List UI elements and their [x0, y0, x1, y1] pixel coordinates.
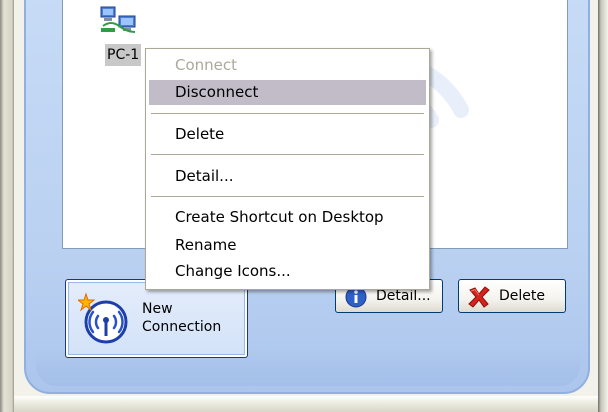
- new-connection-button[interactable]: New Connection: [65, 279, 248, 358]
- wireless-antenna-icon: [78, 292, 128, 344]
- new-connection-label: New Connection: [142, 300, 221, 336]
- menu-separator: [151, 196, 424, 197]
- delete-button[interactable]: Delete: [458, 279, 566, 313]
- window-frame-left: [0, 0, 14, 412]
- menu-separator: [151, 154, 424, 155]
- delete-button-label: Delete: [499, 288, 545, 304]
- dialog-window: PC-1 New Connection Detail... Delete Con…: [0, 0, 608, 412]
- menu-item-delete[interactable]: Delete: [149, 122, 426, 147]
- network-computers-icon: [100, 6, 136, 33]
- menu-item-change-icons[interactable]: Change Icons...: [149, 259, 426, 284]
- connection-item-label: PC-1: [105, 44, 142, 66]
- new-connection-label-line2: Connection: [142, 319, 222, 335]
- menu-item-create-shortcut[interactable]: Create Shortcut on Desktop: [149, 205, 426, 230]
- menu-item-rename[interactable]: Rename: [149, 233, 426, 258]
- window-frame-right: [598, 0, 608, 412]
- red-x-icon: [467, 285, 491, 313]
- detail-button-label: Detail...: [376, 288, 431, 304]
- context-menu: Connect Disconnect Delete Detail... Crea…: [145, 48, 430, 290]
- new-connection-label-line1: New: [142, 301, 173, 317]
- menu-item-disconnect[interactable]: Disconnect: [149, 80, 426, 105]
- menu-item-connect[interactable]: Connect: [149, 53, 426, 78]
- menu-separator: [151, 113, 424, 114]
- menu-item-detail[interactable]: Detail...: [149, 164, 426, 189]
- window-frame-bottom: [14, 396, 598, 412]
